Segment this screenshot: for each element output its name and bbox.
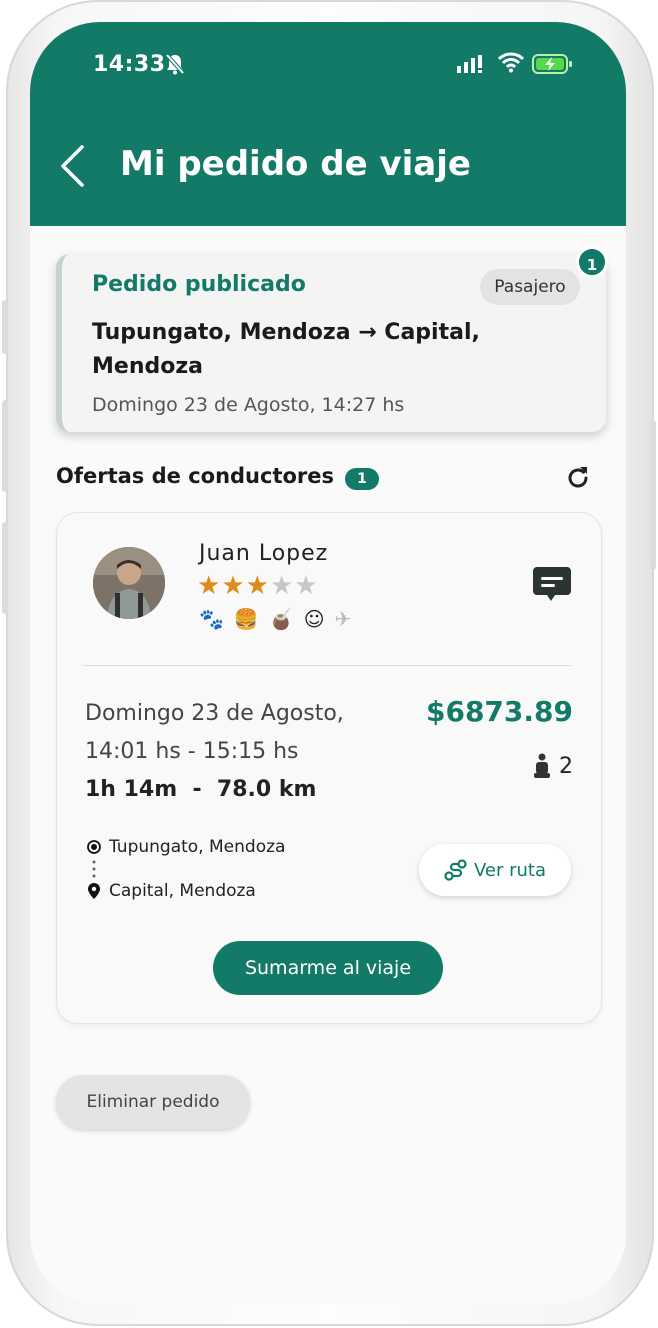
duration-distance: 1h 14m - 78.0 km xyxy=(85,777,317,802)
trip-schedule: Domingo 23 de Agosto, 14:01 hs - 15:15 h… xyxy=(85,695,405,771)
driver-avatar[interactable] xyxy=(93,547,165,619)
delete-request-button[interactable]: Eliminar pedido xyxy=(56,1075,250,1129)
route-dots-icon xyxy=(92,860,96,878)
notification-badge: 1 xyxy=(576,246,608,278)
preference-icons: 🐾 🍔 🧉 ☺ ✈ xyxy=(199,607,351,631)
wifi-icon xyxy=(498,52,524,73)
join-trip-button[interactable]: Sumarme al viaje xyxy=(213,941,443,995)
star-filled-icon: ★ xyxy=(245,571,270,601)
request-route: Tupungato, Mendoza → Capital, Mendoza xyxy=(92,320,480,379)
no-smoking-icon: ✈ xyxy=(334,607,352,631)
destination-row: Capital, Mendoza xyxy=(87,881,256,901)
role-badge: Pasajero xyxy=(480,269,580,305)
refresh-icon[interactable] xyxy=(564,464,592,492)
mate-allowed-icon: 🧉 xyxy=(268,607,294,631)
location-pin-icon xyxy=(88,883,100,899)
screen: 14:33 Mi pedido de viaje Pedido publicad… xyxy=(30,22,626,1304)
mute-switch xyxy=(2,300,8,354)
volume-down-button xyxy=(2,522,8,614)
seats-info: 2 xyxy=(533,753,573,779)
back-arrow-icon[interactable] xyxy=(58,144,86,188)
power-button xyxy=(650,420,656,570)
offers-title: Ofertas de conductores xyxy=(56,464,335,488)
child-friendly-icon: ☺ xyxy=(303,607,325,631)
view-route-label: Ver ruta xyxy=(473,859,546,881)
origin-row: Tupungato, Mendoza xyxy=(87,837,285,857)
request-status: Pedido publicado xyxy=(92,272,306,297)
bell-muted-icon xyxy=(165,53,185,75)
trip-date: Domingo 23 de Agosto, xyxy=(85,701,344,726)
offer-card: Juan Lopez ★★★★★ 🐾 🍔 🧉 ☺ ✈ Domingo 23 de… xyxy=(56,512,602,1024)
origin-dot-icon xyxy=(87,840,101,854)
app-header: 14:33 Mi pedido de viaje xyxy=(30,22,626,226)
star-filled-icon: ★ xyxy=(197,571,222,601)
driver-name: Juan Lopez xyxy=(199,541,329,566)
origin-text: Tupungato, Mendoza xyxy=(109,837,286,857)
battery-charging-icon xyxy=(532,54,572,74)
status-time: 14:33 xyxy=(93,52,166,77)
request-date: Domingo 23 de Agosto, 14:27 hs xyxy=(92,394,405,416)
destination-text: Capital, Mendoza xyxy=(109,881,256,901)
divider xyxy=(83,665,571,666)
seat-icon xyxy=(534,753,550,778)
chat-icon[interactable] xyxy=(531,563,573,605)
view-route-button[interactable]: Ver ruta xyxy=(419,844,571,896)
offers-count-badge: 1 xyxy=(345,468,379,490)
trip-time-range: 14:01 hs - 15:15 hs xyxy=(85,739,299,764)
food-allowed-icon: 🍔 xyxy=(233,607,259,631)
volume-up-button xyxy=(2,400,8,492)
trip-price: $6873.89 xyxy=(425,695,573,728)
route-icon xyxy=(444,859,467,881)
star-empty-icon: ★ xyxy=(269,571,295,601)
star-empty-icon: ★ xyxy=(294,571,319,601)
driver-rating: ★★★★★ xyxy=(197,571,319,601)
signal-icon xyxy=(457,55,482,73)
page-title: Mi pedido de viaje xyxy=(120,144,471,184)
star-filled-icon: ★ xyxy=(221,571,246,601)
seats-count: 2 xyxy=(559,753,573,779)
pets-allowed-icon: 🐾 xyxy=(199,607,224,631)
request-card[interactable]: Pedido publicado Pasajero 1 Tupungato, M… xyxy=(56,246,608,432)
